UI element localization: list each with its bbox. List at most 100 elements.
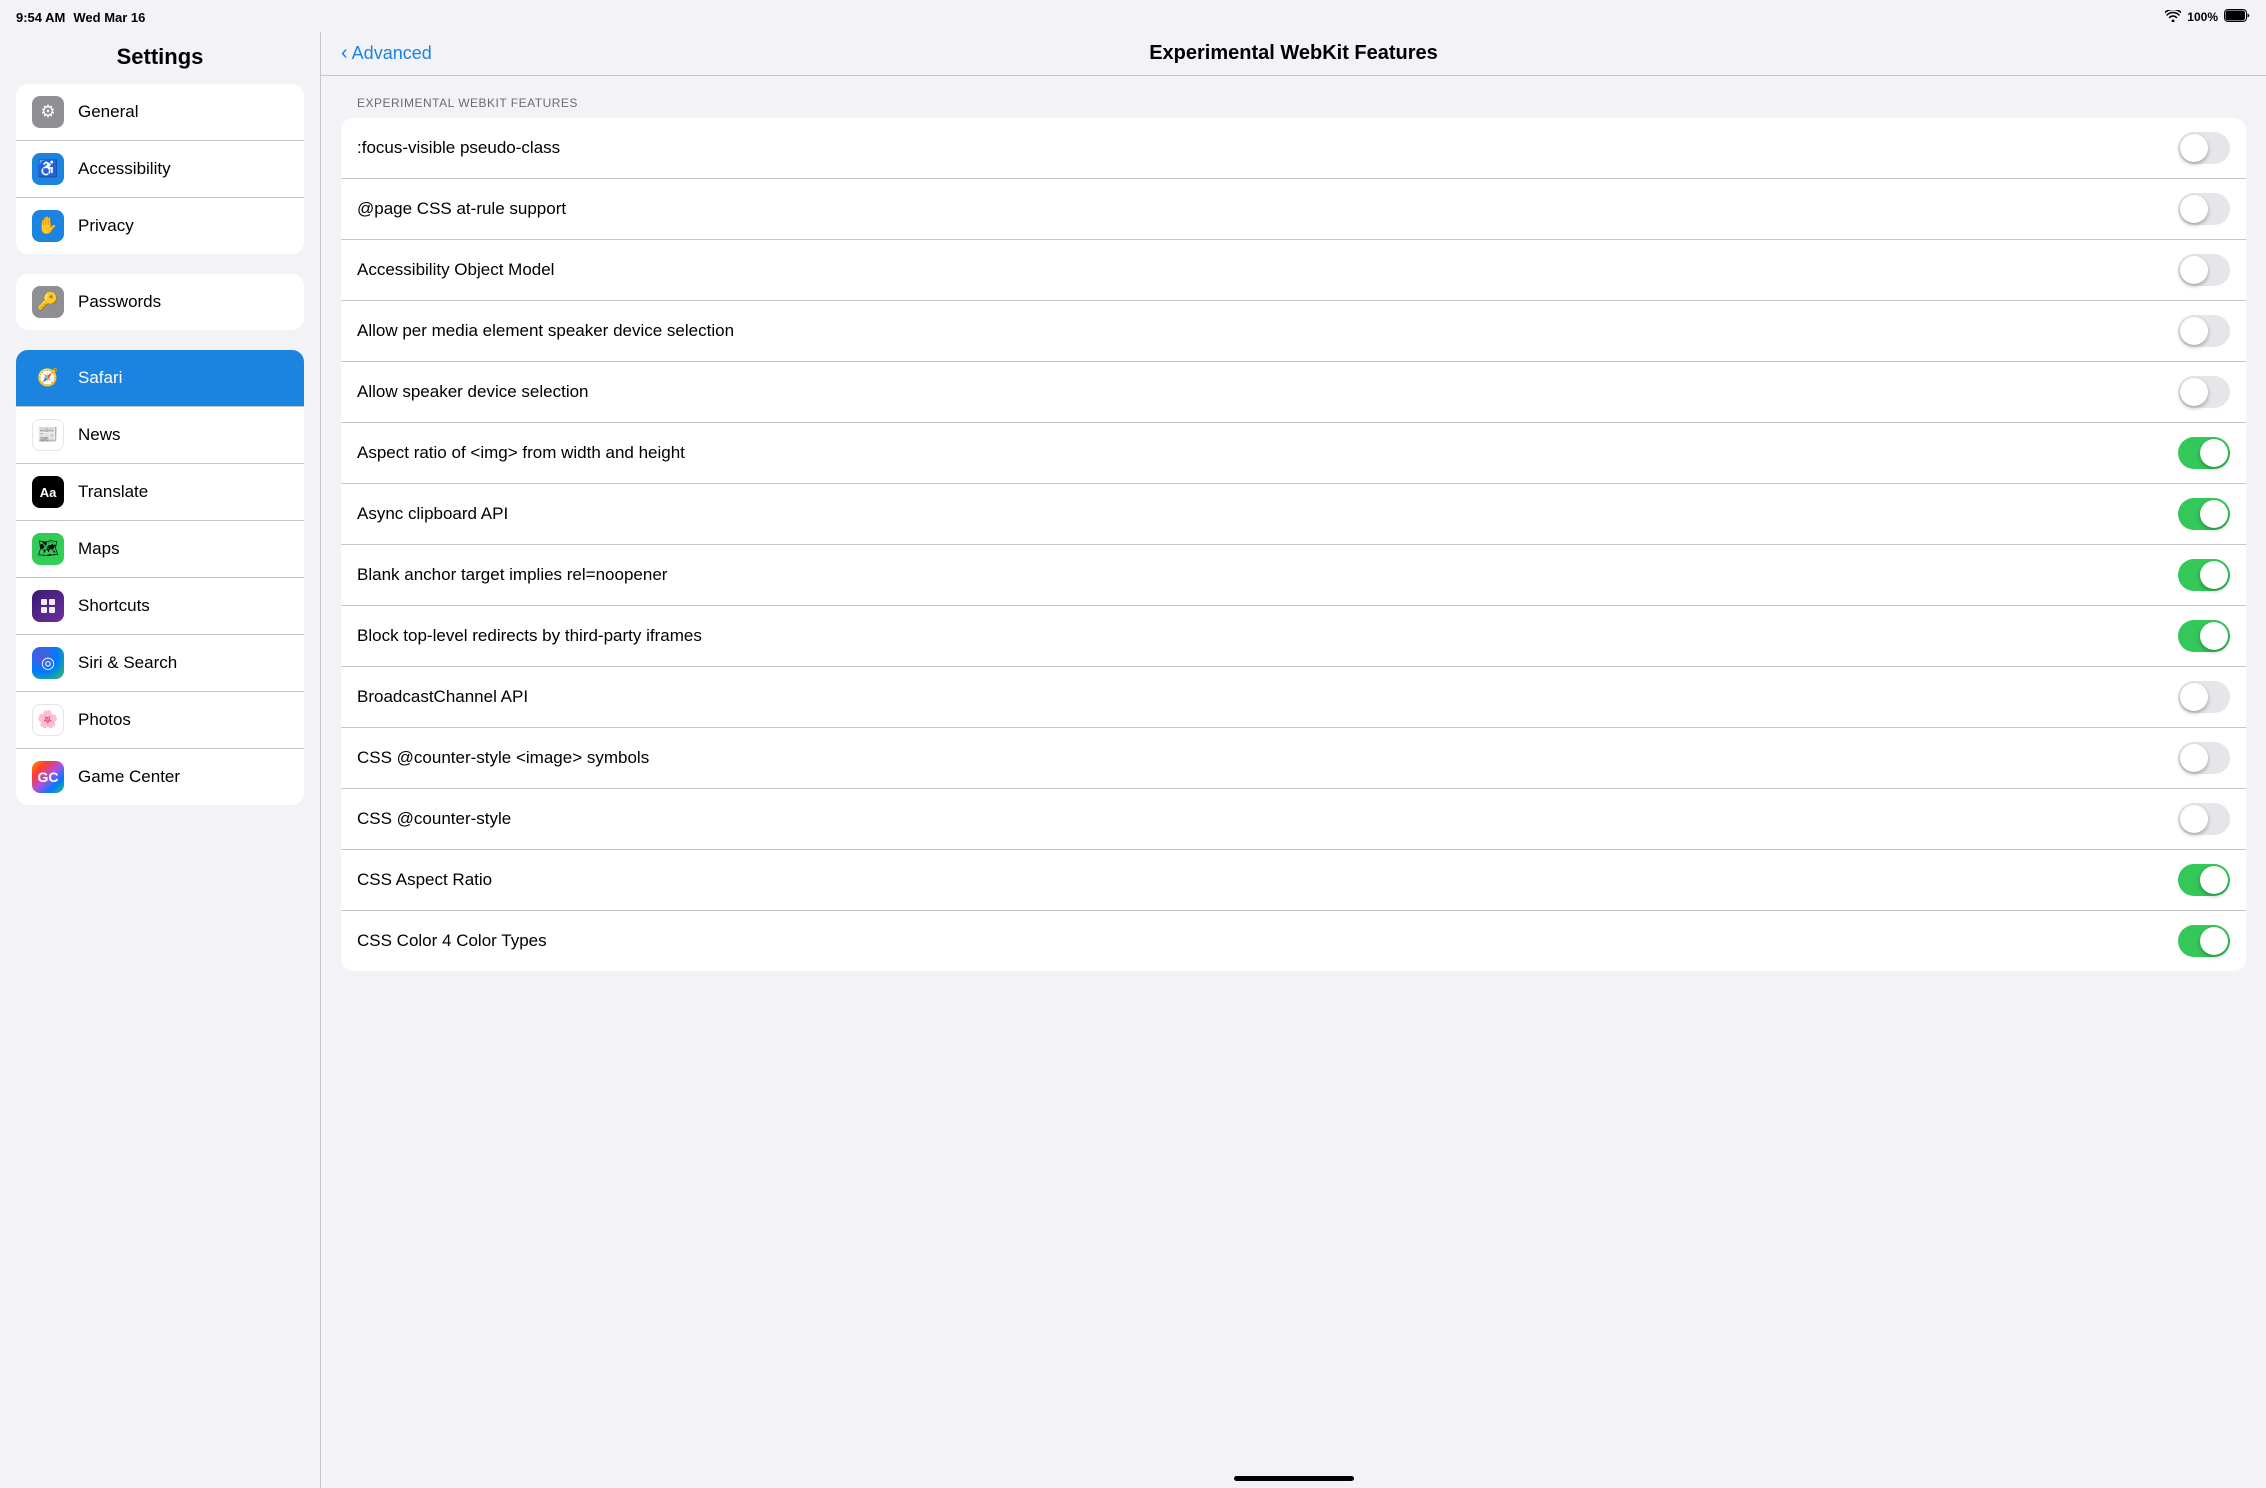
feature-item: Allow speaker device selection [341, 362, 2246, 423]
toggle-knob [2200, 500, 2228, 528]
page-title: Experimental WebKit Features [461, 42, 2126, 65]
feature-item: :focus-visible pseudo-class [341, 118, 2246, 179]
feature-toggle-css-counter-image[interactable] [2178, 742, 2230, 774]
battery-percentage: 100% [2187, 10, 2218, 24]
back-label: Advanced [352, 43, 432, 64]
feature-toggle-css-aspect-ratio[interactable] [2178, 864, 2230, 896]
feature-toggle-async-clipboard[interactable] [2178, 498, 2230, 530]
home-bar [1234, 1476, 1354, 1481]
toggle-knob [2180, 195, 2208, 223]
safari-label: Safari [78, 368, 122, 388]
settings-group-1: ⚙ General ♿ Accessibility ✋ Privacy [16, 84, 304, 254]
sidebar-item-siri[interactable]: ◎ Siri & Search [16, 635, 304, 692]
feature-toggle-block-redirects[interactable] [2178, 620, 2230, 652]
toggle-knob [2180, 256, 2208, 284]
sidebar-item-news[interactable]: 📰 News [16, 407, 304, 464]
toggle-knob [2200, 622, 2228, 650]
feature-toggle-focus-visible[interactable] [2178, 132, 2230, 164]
news-icon: 📰 [32, 419, 64, 451]
sidebar-item-maps[interactable]: 🗺 Maps [16, 521, 304, 578]
passwords-icon: 🔑 [32, 286, 64, 318]
translate-label: Translate [78, 482, 148, 502]
feature-toggle-accessibility-object[interactable] [2178, 254, 2230, 286]
feature-item: CSS @counter-style <image> symbols [341, 728, 2246, 789]
feature-toggle-allow-speaker[interactable] [2178, 376, 2230, 408]
settings-group-3: 🧭 Safari 📰 News Aa Translate 🗺 [16, 350, 304, 805]
siri-label: Siri & Search [78, 653, 177, 673]
feature-toggle-broadcast-channel[interactable] [2178, 681, 2230, 713]
back-chevron-icon: ‹ [341, 42, 348, 65]
sidebar-item-privacy[interactable]: ✋ Privacy [16, 198, 304, 254]
shortcuts-icon [32, 590, 64, 622]
sidebar-item-passwords[interactable]: 🔑 Passwords [16, 274, 304, 330]
home-indicator [321, 1468, 2266, 1488]
feature-toggle-page-css[interactable] [2178, 193, 2230, 225]
maps-icon: 🗺 [32, 533, 64, 565]
general-icon: ⚙ [32, 96, 64, 128]
sidebar-item-accessibility[interactable]: ♿ Accessibility [16, 141, 304, 198]
toggle-knob [2180, 317, 2208, 345]
status-right: 100% [2165, 9, 2250, 25]
section-header: EXPERIMENTAL WEBKIT FEATURES [341, 96, 2246, 118]
feature-label: Blank anchor target implies rel=noopener [357, 565, 2178, 585]
settings-scroll: EXPERIMENTAL WEBKIT FEATURES :focus-visi… [321, 76, 2266, 1468]
feature-label: Block top-level redirects by third-party… [357, 626, 2178, 646]
photos-icon: 🌸 [32, 704, 64, 736]
gamecenter-icon: GC [32, 761, 64, 793]
status-left: 9:54 AM Wed Mar 16 [16, 10, 145, 25]
feature-toggle-css-color-4[interactable] [2178, 925, 2230, 957]
battery-icon [2224, 9, 2250, 25]
toggle-knob [2200, 439, 2228, 467]
toggle-knob [2200, 927, 2228, 955]
siri-icon: ◎ [32, 647, 64, 679]
toggle-knob [2180, 134, 2208, 162]
sidebar-item-translate[interactable]: Aa Translate [16, 464, 304, 521]
toggle-knob [2200, 561, 2228, 589]
wifi-icon [2165, 10, 2181, 25]
feature-label: Allow per media element speaker device s… [357, 321, 2178, 341]
right-panel: ‹ Advanced Experimental WebKit Features … [321, 32, 2266, 1488]
status-date: Wed Mar 16 [73, 10, 145, 25]
feature-toggle-aspect-ratio-img[interactable] [2178, 437, 2230, 469]
sidebar-item-photos[interactable]: 🌸 Photos [16, 692, 304, 749]
back-button[interactable]: ‹ Advanced [341, 42, 461, 65]
photos-label: Photos [78, 710, 131, 730]
feature-label: Async clipboard API [357, 504, 2178, 524]
feature-item: Blank anchor target implies rel=noopener [341, 545, 2246, 606]
feature-toggle-allow-per-media[interactable] [2178, 315, 2230, 347]
status-time: 9:54 AM [16, 10, 65, 25]
gamecenter-label: Game Center [78, 767, 180, 787]
sidebar-item-safari[interactable]: 🧭 Safari [16, 350, 304, 407]
feature-item: CSS Color 4 Color Types [341, 911, 2246, 971]
maps-label: Maps [78, 539, 120, 559]
feature-label: BroadcastChannel API [357, 687, 2178, 707]
feature-label: CSS Aspect Ratio [357, 870, 2178, 890]
accessibility-label: Accessibility [78, 159, 171, 179]
feature-item: CSS Aspect Ratio [341, 850, 2246, 911]
feature-toggle-css-counter[interactable] [2178, 803, 2230, 835]
toggle-knob [2180, 805, 2208, 833]
sidebar: Settings ⚙ General ♿ Accessibility ✋ Pri… [0, 32, 320, 1488]
toggle-knob [2200, 866, 2228, 894]
status-bar: 9:54 AM Wed Mar 16 100% [0, 0, 2266, 32]
sidebar-item-shortcuts[interactable]: Shortcuts [16, 578, 304, 635]
feature-item: Accessibility Object Model [341, 240, 2246, 301]
feature-label: CSS Color 4 Color Types [357, 931, 2178, 951]
privacy-icon: ✋ [32, 210, 64, 242]
sidebar-item-general[interactable]: ⚙ General [16, 84, 304, 141]
feature-item: BroadcastChannel API [341, 667, 2246, 728]
feature-item: CSS @counter-style [341, 789, 2246, 850]
feature-item: Aspect ratio of <img> from width and hei… [341, 423, 2246, 484]
feature-item: Block top-level redirects by third-party… [341, 606, 2246, 667]
feature-toggle-blank-anchor[interactable] [2178, 559, 2230, 591]
feature-item: @page CSS at-rule support [341, 179, 2246, 240]
toggle-knob [2180, 744, 2208, 772]
feature-label: Aspect ratio of <img> from width and hei… [357, 443, 2178, 463]
passwords-label: Passwords [78, 292, 161, 312]
news-label: News [78, 425, 121, 445]
feature-group: :focus-visible pseudo-class@page CSS at-… [341, 118, 2246, 971]
sidebar-item-gamecenter[interactable]: GC Game Center [16, 749, 304, 805]
feature-label: CSS @counter-style <image> symbols [357, 748, 2178, 768]
settings-group-2: 🔑 Passwords [16, 274, 304, 330]
translate-icon: Aa [32, 476, 64, 508]
